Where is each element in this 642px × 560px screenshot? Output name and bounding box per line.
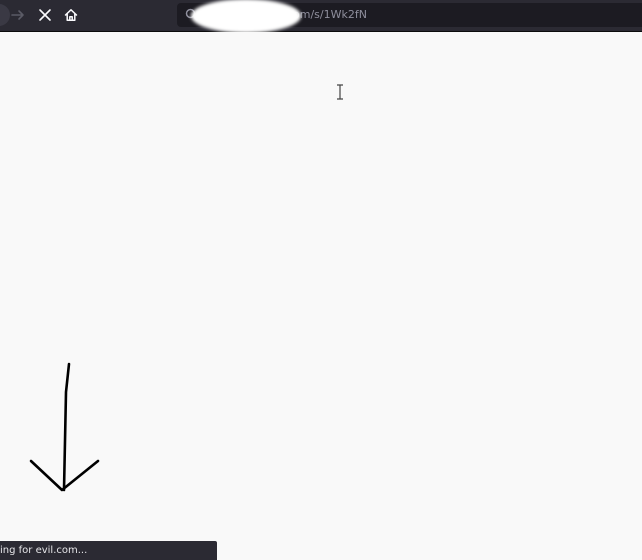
forward-button[interactable] xyxy=(5,3,31,27)
address-bar[interactable]: om/s/1Wk2fN xyxy=(177,0,642,33)
stop-button[interactable] xyxy=(32,3,58,27)
redaction-blob xyxy=(191,0,301,33)
browser-window: om/s/1Wk2fN ing for evil.com... xyxy=(0,0,642,560)
home-icon xyxy=(64,9,78,21)
hand-drawn-down-arrow-icon xyxy=(29,362,100,492)
browser-toolbar: om/s/1Wk2fN xyxy=(0,0,642,33)
url-text[interactable]: om/s/1Wk2fN xyxy=(293,8,367,21)
status-panel: ing for evil.com... xyxy=(0,541,217,560)
status-text: ing for evil.com... xyxy=(0,545,88,556)
stop-loading-icon xyxy=(39,9,51,21)
text-cursor-icon xyxy=(337,84,343,100)
home-button[interactable] xyxy=(58,3,84,27)
forward-arrow-icon xyxy=(11,10,24,20)
